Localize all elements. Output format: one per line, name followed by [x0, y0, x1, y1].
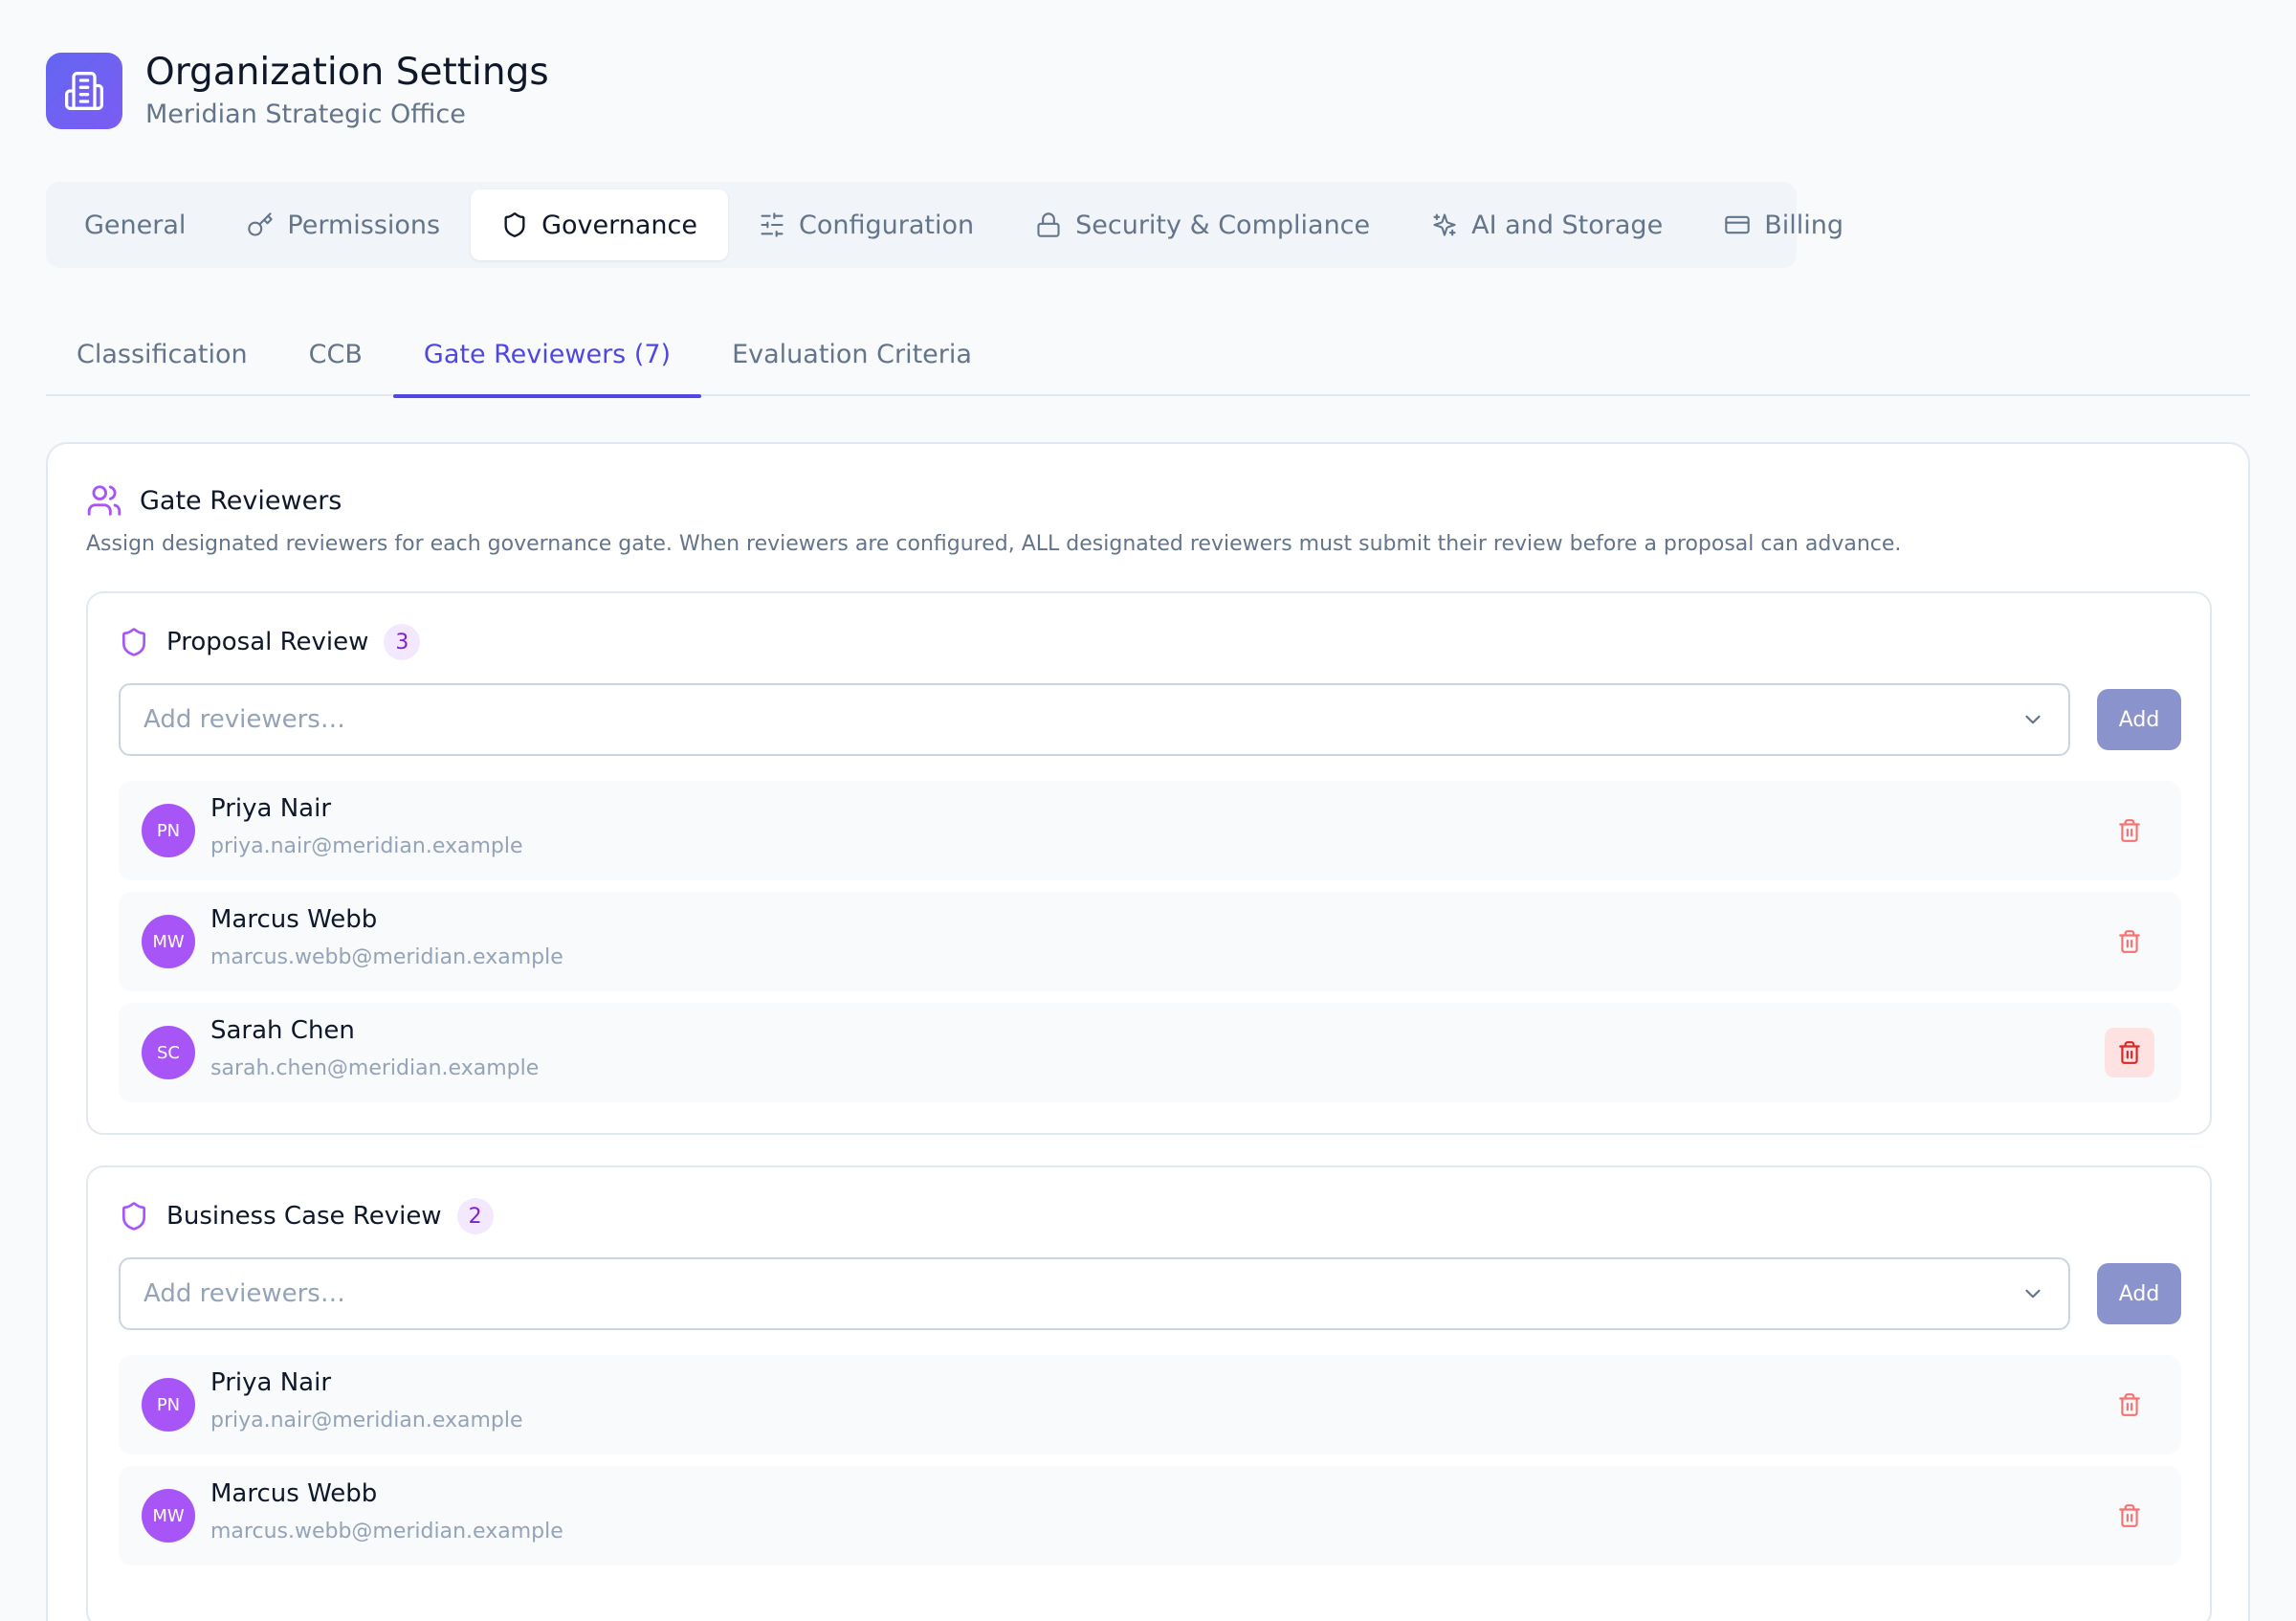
remove-reviewer-button[interactable]: [2105, 806, 2154, 855]
reviewer-row: MW Marcus Webb marcus.webb@meridian.exam…: [119, 892, 2181, 991]
tab-label: Governance: [541, 210, 697, 240]
reviewer-email: marcus.webb@meridian.example: [210, 1520, 563, 1543]
sliders-icon: [761, 212, 784, 237]
trash-icon: [2119, 930, 2140, 953]
reviewer-row: PN Priya Nair priya.nair@meridian.exampl…: [119, 1355, 2181, 1454]
card-header: Gate Reviewers: [86, 482, 342, 519]
avatar: MW: [142, 1489, 195, 1543]
subtab-ccb[interactable]: CCB: [278, 312, 393, 396]
tab-governance[interactable]: Governance: [471, 189, 728, 260]
subtab-evaluation-criteria[interactable]: Evaluation Criteria: [701, 312, 1003, 396]
reviewer-row: SC Sarah Chen sarah.chen@meridian.exampl…: [119, 1003, 2181, 1102]
tab-ai-storage[interactable]: AI and Storage: [1401, 189, 1693, 260]
avatar: MW: [142, 915, 195, 968]
tab-billing[interactable]: Billing: [1693, 189, 1874, 260]
add-button[interactable]: Add: [2097, 689, 2181, 750]
remove-reviewer-button[interactable]: [2105, 1028, 2154, 1077]
card-description: Assign designated reviewers for each gov…: [86, 532, 1902, 556]
avatar: SC: [142, 1026, 195, 1079]
reviewer-name: Marcus Webb: [210, 1479, 378, 1508]
reviewer-email: sarah.chen@meridian.example: [210, 1056, 540, 1080]
select-placeholder: Add reviewers…: [144, 705, 345, 734]
tab-label: Permissions: [287, 210, 441, 240]
reviewer-email: marcus.webb@meridian.example: [210, 945, 563, 969]
subtab-classification[interactable]: Classification: [46, 312, 278, 396]
page-title: Organization Settings: [145, 51, 549, 94]
page-subtitle: Meridian Strategic Office: [145, 100, 466, 129]
lock-icon: [1037, 212, 1060, 237]
gate-title: Business Case Review: [166, 1202, 442, 1231]
reviewer-name: Priya Nair: [210, 794, 332, 823]
users-icon: [87, 485, 121, 516]
reviewer-name: Marcus Webb: [210, 905, 378, 934]
reviewer-row: MW Marcus Webb marcus.webb@meridian.exam…: [119, 1466, 2181, 1565]
reviewer-name: Sarah Chen: [210, 1016, 355, 1045]
credit-card-icon: [1725, 215, 1750, 234]
reviewer-count-badge: 2: [456, 1198, 494, 1234]
avatar: PN: [142, 804, 195, 857]
gate-reviewers-card: Gate Reviewers Assign designated reviewe…: [46, 442, 2250, 1621]
trash-icon: [2119, 1504, 2140, 1527]
gate-business-case-review: Business Case Review 2 Add reviewers… Ad…: [86, 1166, 2212, 1621]
gate-title: Proposal Review: [166, 628, 369, 656]
trash-icon: [2119, 819, 2140, 842]
main-tabs: General Permissions Governance Configura…: [46, 182, 1843, 268]
remove-reviewer-button[interactable]: [2105, 917, 2154, 966]
sparkles-icon: [1433, 213, 1456, 236]
tab-label: AI and Storage: [1471, 210, 1664, 240]
reviewer-email: priya.nair@meridian.example: [210, 1409, 523, 1432]
gate-header: Proposal Review 3: [119, 624, 421, 660]
reviewer-count-badge: 3: [384, 624, 421, 660]
shield-icon: [122, 628, 145, 656]
add-reviewers-select[interactable]: Add reviewers…: [119, 1257, 2070, 1330]
select-placeholder: Add reviewers…: [144, 1279, 345, 1308]
gate-proposal-review: Proposal Review 3 Add reviewers… Add PN …: [86, 591, 2212, 1135]
remove-reviewer-button[interactable]: [2105, 1491, 2154, 1541]
trash-icon: [2119, 1041, 2140, 1064]
card-title: Gate Reviewers: [140, 485, 342, 516]
reviewer-name: Priya Nair: [210, 1368, 332, 1397]
add-button[interactable]: Add: [2097, 1263, 2181, 1324]
gate-header: Business Case Review 2: [119, 1198, 494, 1234]
shield-icon: [504, 212, 525, 237]
tab-label: Configuration: [799, 210, 975, 240]
sub-tabs: Classification CCB Gate Reviewers (7) Ev…: [46, 312, 2250, 398]
tab-label: Billing: [1764, 210, 1843, 240]
tab-general[interactable]: General: [54, 189, 216, 260]
add-reviewers-select[interactable]: Add reviewers…: [119, 683, 2070, 756]
building-icon: [46, 53, 122, 129]
tab-label: Security & Compliance: [1075, 210, 1371, 240]
reviewer-email: priya.nair@meridian.example: [210, 834, 523, 858]
chevron-down-icon: [2025, 715, 2041, 724]
avatar: PN: [142, 1378, 195, 1432]
key-icon: [248, 212, 274, 236]
chevron-down-icon: [2025, 1289, 2041, 1299]
trash-icon: [2119, 1393, 2140, 1416]
subtab-gate-reviewers[interactable]: Gate Reviewers (7): [392, 312, 702, 398]
reviewer-row: PN Priya Nair priya.nair@meridian.exampl…: [119, 781, 2181, 880]
remove-reviewer-button[interactable]: [2105, 1380, 2154, 1430]
tab-configuration[interactable]: Configuration: [728, 189, 1004, 260]
tab-label: General: [84, 210, 187, 240]
page-header: Organization Settings Meridian Strategic…: [46, 50, 549, 132]
tab-security-compliance[interactable]: Security & Compliance: [1004, 189, 1401, 260]
shield-icon: [122, 1202, 145, 1231]
tab-permissions[interactable]: Permissions: [216, 189, 471, 260]
